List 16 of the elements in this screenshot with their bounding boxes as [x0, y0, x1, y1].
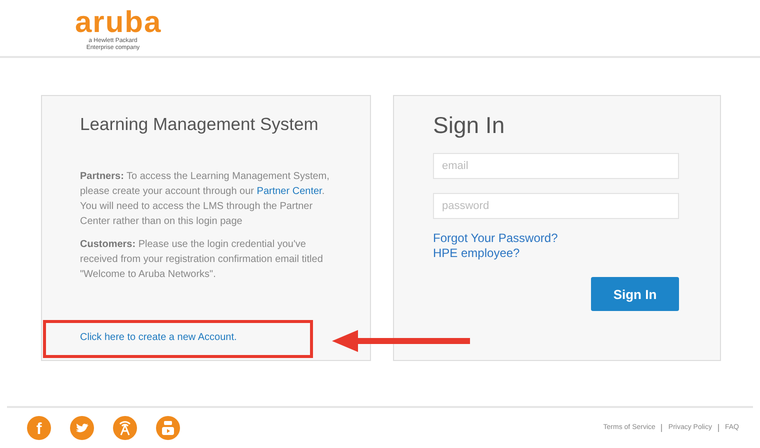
logo: aruba — [75, 8, 162, 38]
help-link[interactable]: HPE employee? — [433, 246, 520, 261]
bird-icon[interactable] — [70, 416, 94, 440]
antenna-icon[interactable] — [113, 416, 137, 440]
customers-paragraph: Customers: Please use the login credential you've received from your registration confirmation email titled "Welcome to Aruba Networks". — [80, 238, 324, 282]
sign-in-title: Sign In — [433, 112, 506, 139]
panel-title: Learning Management System — [80, 114, 318, 135]
partners-paragraph: Partners: To access the Learning Management System, please create your account through our Partner Center. You will need to access the LMS through the Partner Center rather than on this login page — [80, 170, 330, 229]
facebook-icon[interactable]: f — [27, 416, 51, 440]
partner-center-link[interactable]: Partner Center — [256, 186, 322, 197]
help-link[interactable]: Forgot Your Password? — [433, 231, 558, 246]
create-account-link[interactable]: Click here to create a new Account. — [80, 332, 237, 343]
password-field[interactable]: password — [433, 193, 679, 219]
email-field[interactable]: email — [433, 153, 679, 179]
youtube-icon[interactable] — [156, 416, 180, 440]
sign-in-button[interactable]: Sign In — [591, 277, 679, 311]
